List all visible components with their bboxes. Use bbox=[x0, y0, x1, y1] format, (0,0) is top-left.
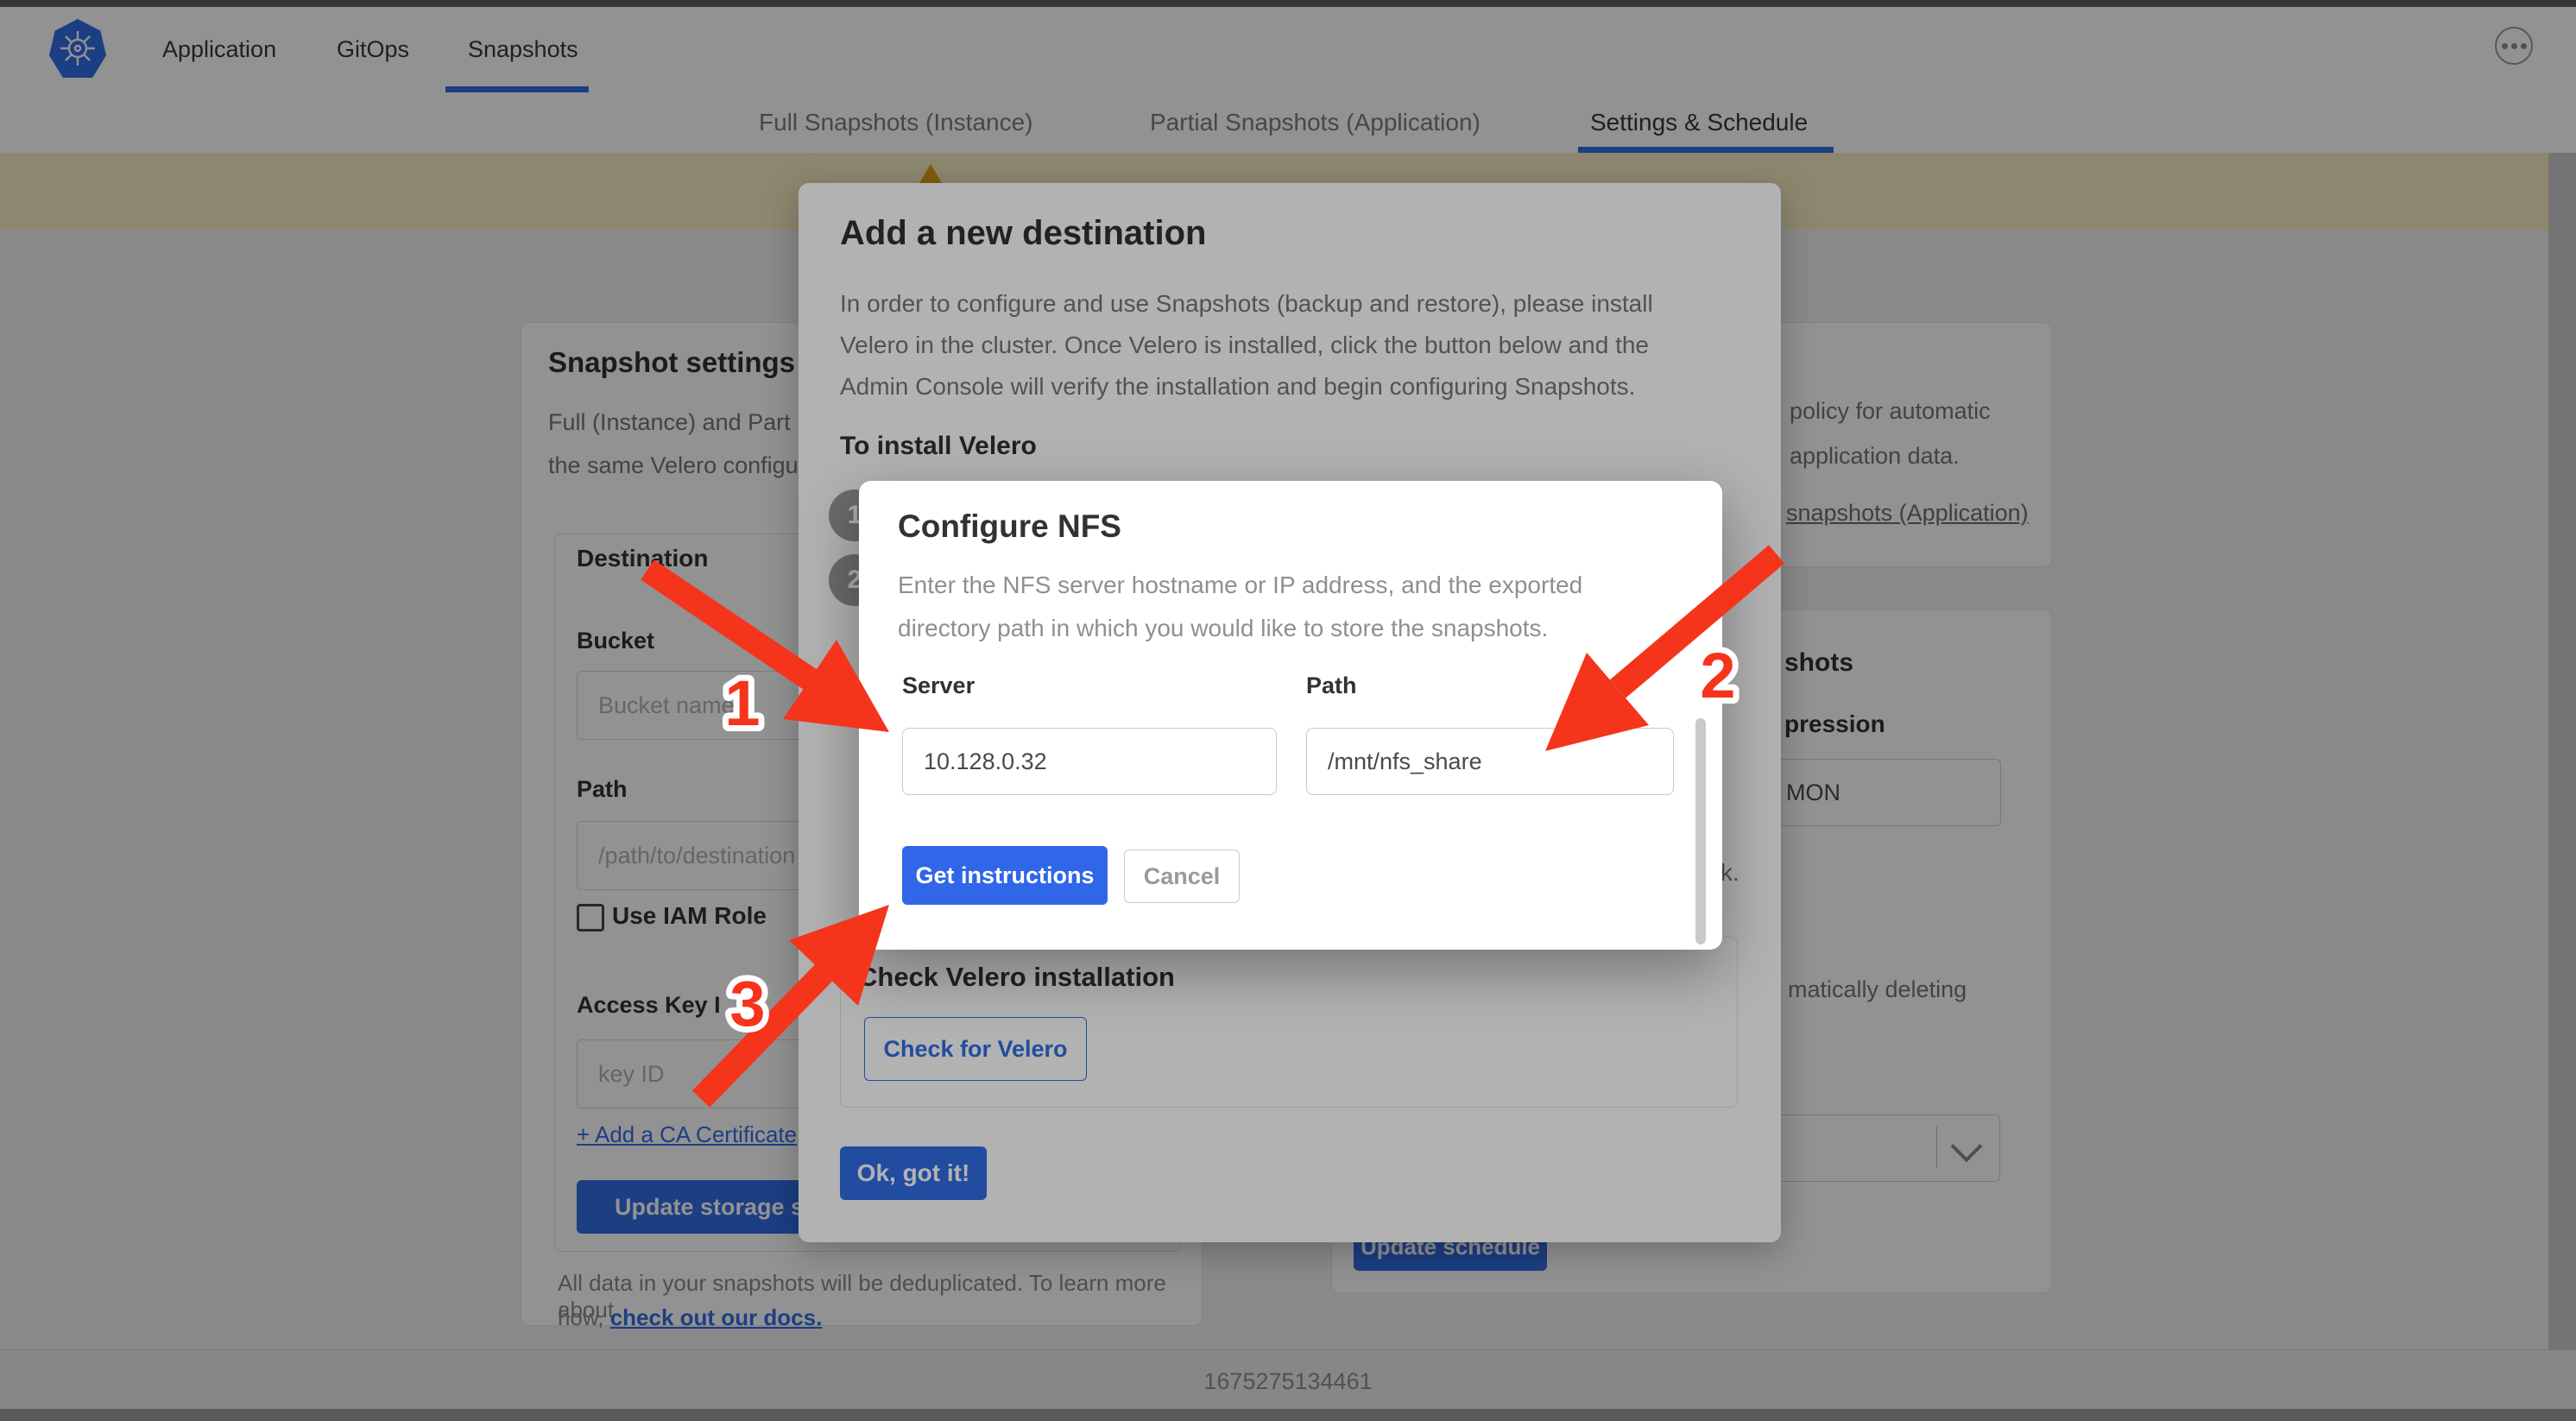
get-instructions-button[interactable]: Get instructions bbox=[902, 846, 1108, 905]
configure-nfs-title: Configure NFS bbox=[898, 508, 1121, 545]
nfs-path-input[interactable] bbox=[1306, 728, 1674, 795]
admin-console-screen: Application GitOps Snapshots Full Snapsh… bbox=[0, 0, 2576, 1421]
nfs-body-line2: directory path in which you would like t… bbox=[898, 615, 1548, 642]
cancel-button[interactable]: Cancel bbox=[1124, 849, 1240, 903]
nfs-server-label: Server bbox=[902, 673, 975, 699]
nfs-path-label: Path bbox=[1306, 673, 1357, 699]
modal-scrollbar[interactable] bbox=[1695, 718, 1706, 944]
nfs-server-input[interactable] bbox=[902, 728, 1277, 795]
nfs-body-line1: Enter the NFS server hostname or IP addr… bbox=[898, 572, 1582, 599]
configure-nfs-modal: Configure NFS Enter the NFS server hostn… bbox=[859, 481, 1722, 950]
